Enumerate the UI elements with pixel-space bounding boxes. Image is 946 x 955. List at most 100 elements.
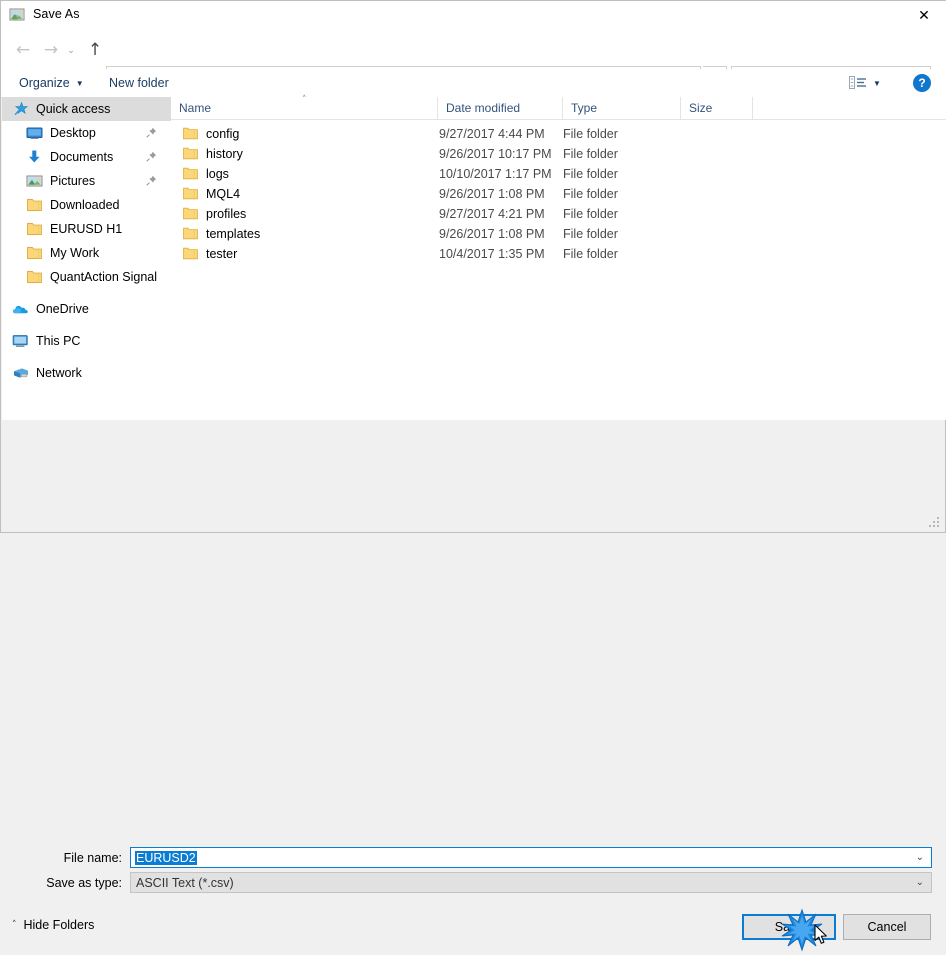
table-row[interactable]: logs 10/10/2017 1:17 PM File folder bbox=[171, 164, 946, 184]
save-as-icon bbox=[9, 7, 26, 24]
cancel-button[interactable]: Cancel bbox=[843, 914, 931, 940]
view-mode-icon[interactable] bbox=[849, 74, 869, 92]
up-button[interactable]: ↑ bbox=[81, 36, 109, 64]
close-icon: ✕ bbox=[918, 7, 930, 24]
chevron-down-icon[interactable]: ⌄ bbox=[916, 877, 924, 888]
close-button[interactable]: ✕ bbox=[901, 1, 946, 30]
column-header-name[interactable]: Name ˄ bbox=[171, 95, 438, 119]
column-header-type[interactable]: Type bbox=[563, 97, 681, 119]
file-type: File folder bbox=[563, 167, 618, 181]
sidebar-item-label: QuantAction Signal bbox=[50, 270, 158, 284]
sidebar-item-label: Network bbox=[36, 366, 82, 380]
command-toolbar: Organize ▼ New folder ▼ ? bbox=[1, 69, 946, 98]
file-name: profiles bbox=[206, 207, 247, 221]
save-button-label: Save bbox=[774, 920, 804, 934]
save-as-dialog: Save As ✕ ← → ⌄ ↑ « Roaming › bbox=[0, 0, 946, 952]
resize-grip[interactable] bbox=[929, 517, 940, 528]
window-title: Save As bbox=[33, 7, 80, 21]
file-name: logs bbox=[206, 167, 229, 181]
sidebar-item-quantaction-signal[interactable]: QuantAction Signal bbox=[2, 265, 171, 289]
sidebar-item-downloaded[interactable]: Downloaded bbox=[2, 193, 171, 217]
sidebar-item-label: My Work bbox=[50, 246, 100, 260]
table-row[interactable]: config 9/27/2017 4:44 PM File folder bbox=[171, 124, 946, 144]
sidebar-item-eurusd-h1[interactable]: EURUSD H1 bbox=[2, 217, 171, 241]
pin-icon bbox=[146, 151, 157, 162]
sidebar-item-desktop[interactable]: Desktop bbox=[2, 121, 171, 145]
folder-icon bbox=[183, 147, 198, 160]
sidebar-item-onedrive[interactable]: OneDrive bbox=[2, 297, 171, 321]
cancel-button-label: Cancel bbox=[867, 920, 907, 934]
navigation-sidebar: Quick access Desktop Documents Pictures … bbox=[2, 97, 172, 420]
back-icon: ← bbox=[15, 39, 31, 60]
onedrive-icon bbox=[12, 301, 30, 317]
table-row[interactable]: profiles 9/27/2017 4:21 PM File folder bbox=[171, 204, 946, 224]
desktop-icon bbox=[26, 125, 44, 141]
hide-folders-button[interactable]: ˄ Hide Folders bbox=[12, 918, 94, 932]
sidebar-item-my-work[interactable]: My Work bbox=[2, 241, 171, 265]
sidebar-item-pictures[interactable]: Pictures bbox=[2, 169, 171, 193]
file-name-label: File name: bbox=[63, 851, 122, 865]
help-button[interactable]: ? bbox=[913, 74, 931, 92]
new-folder-label: New folder bbox=[109, 76, 169, 90]
table-row[interactable]: MQL4 9/26/2017 1:08 PM File folder bbox=[171, 184, 946, 204]
file-name: config bbox=[206, 127, 240, 141]
file-list-panel: Name ˄ Date modified Type Size config 9/… bbox=[171, 95, 946, 420]
recent-locations-button[interactable]: ⌄ bbox=[61, 36, 81, 64]
file-name-value: EURUSD2 bbox=[135, 850, 197, 865]
file-name-input[interactable]: EURUSD2 ⌄ bbox=[130, 847, 932, 868]
chevron-up-icon: ˄ bbox=[12, 920, 17, 930]
sidebar-item-label: Pictures bbox=[50, 174, 96, 188]
folder-icon bbox=[183, 127, 198, 140]
view-mode-chevron-down-icon[interactable]: ▼ bbox=[873, 79, 881, 88]
file-name: templates bbox=[206, 227, 261, 241]
folder-icon bbox=[26, 245, 44, 261]
star-icon bbox=[12, 101, 30, 117]
file-name: history bbox=[206, 147, 243, 161]
folder-icon bbox=[183, 207, 198, 220]
column-header-date-modified[interactable]: Date modified bbox=[438, 97, 563, 119]
table-row[interactable]: history 9/26/2017 10:17 PM File folder bbox=[171, 144, 946, 164]
chevron-down-icon: ▼ bbox=[75, 78, 84, 88]
hide-folders-label: Hide Folders bbox=[23, 918, 95, 932]
sidebar-item-network[interactable]: Network bbox=[2, 361, 171, 385]
navigation-bar: ← → ⌄ ↑ « Roaming › MetaQuotes › Termina… bbox=[1, 31, 946, 90]
sidebar-item-label: Documents bbox=[50, 150, 114, 164]
column-header-label: Type bbox=[571, 101, 598, 115]
save-as-type-select[interactable]: ASCII Text (*.csv) ⌄ bbox=[130, 872, 932, 893]
folder-icon bbox=[183, 247, 198, 260]
column-header-label: Date modified bbox=[446, 101, 521, 115]
help-icon: ? bbox=[918, 76, 926, 90]
sidebar-item-this-pc[interactable]: This PC bbox=[2, 329, 171, 353]
sort-ascending-icon: ˄ bbox=[302, 95, 307, 105]
folder-icon bbox=[183, 167, 198, 180]
network-icon bbox=[12, 365, 30, 381]
bottom-panel: File name: EURUSD2 ⌄ Save as type: ASCII… bbox=[2, 420, 945, 952]
file-type: File folder bbox=[563, 187, 618, 201]
pin-icon bbox=[146, 127, 157, 138]
file-date-modified: 10/4/2017 1:35 PM bbox=[439, 247, 545, 261]
file-type: File folder bbox=[563, 147, 618, 161]
sidebar-item-quick-access[interactable]: Quick access bbox=[2, 97, 171, 121]
table-row[interactable]: templates 9/26/2017 1:08 PM File folder bbox=[171, 224, 946, 244]
back-button[interactable]: ← bbox=[9, 36, 37, 64]
organize-button[interactable]: Organize ▼ bbox=[11, 69, 92, 97]
save-as-type-label: Save as type: bbox=[46, 876, 122, 890]
chevron-down-icon[interactable]: ⌄ bbox=[916, 852, 924, 863]
column-header-label: Name bbox=[179, 101, 212, 115]
pictures-icon bbox=[26, 173, 44, 189]
column-header-size[interactable]: Size bbox=[681, 97, 753, 119]
sidebar-item-label: Quick access bbox=[36, 102, 111, 116]
this-pc-icon bbox=[12, 333, 30, 349]
column-header-row: Name ˄ Date modified Type Size bbox=[171, 95, 946, 120]
chevron-down-icon: ⌄ bbox=[67, 44, 75, 55]
save-button[interactable]: Save bbox=[742, 914, 836, 940]
file-date-modified: 10/10/2017 1:17 PM bbox=[439, 167, 552, 181]
file-name: MQL4 bbox=[206, 187, 241, 201]
sidebar-item-label: EURUSD H1 bbox=[50, 222, 123, 236]
table-row[interactable]: tester 10/4/2017 1:35 PM File folder bbox=[171, 244, 946, 264]
sidebar-item-documents[interactable]: Documents bbox=[2, 145, 171, 169]
new-folder-button[interactable]: New folder bbox=[101, 69, 177, 97]
folder-icon bbox=[26, 197, 44, 213]
